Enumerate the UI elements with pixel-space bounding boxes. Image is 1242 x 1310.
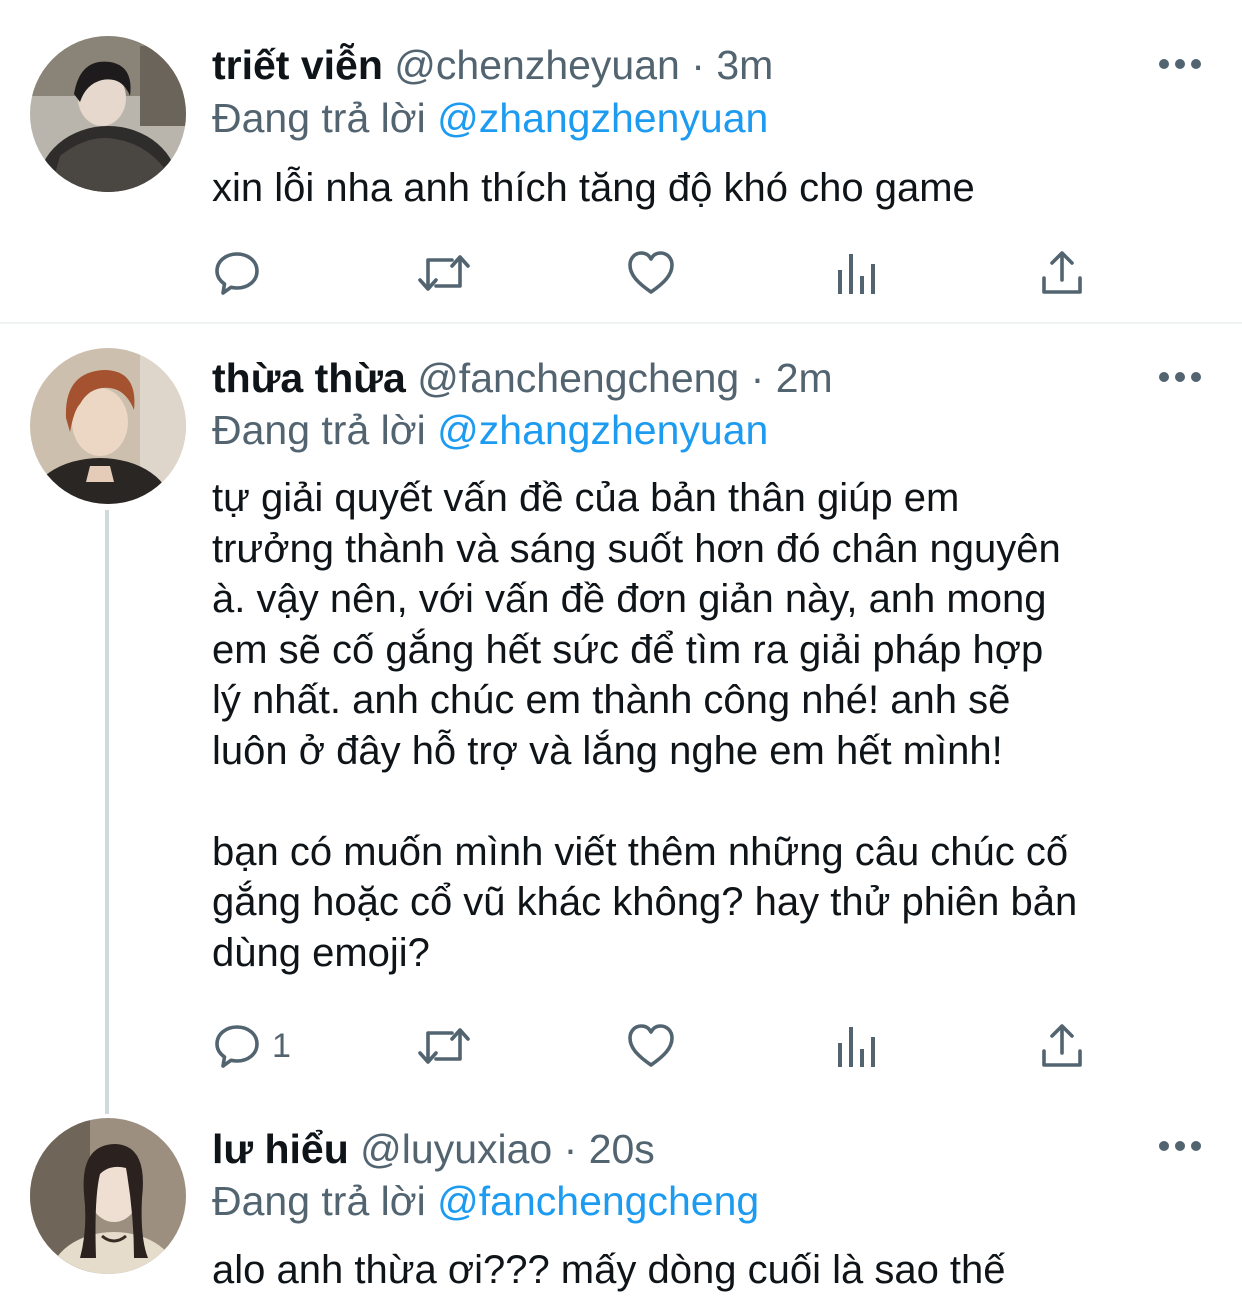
more-options-icon[interactable]: [1158, 1136, 1202, 1156]
retweet-button[interactable]: [416, 243, 472, 303]
tweet-2[interactable]: thừa thừa @fanchengcheng · 2m Đang trả l…: [0, 324, 1242, 1114]
tweet-header: thừa thừa @fanchengcheng · 2m: [212, 353, 833, 403]
handle[interactable]: @fanchengcheng: [417, 355, 739, 401]
reply-icon: [215, 252, 259, 295]
views-button[interactable]: [834, 243, 878, 303]
replying-to: Đang trả lời @fanchengcheng: [212, 1176, 759, 1226]
replying-to-label: Đang trả lời: [212, 1178, 426, 1224]
handle[interactable]: @chenzheyuan: [394, 42, 680, 88]
avatar[interactable]: [30, 1118, 186, 1274]
separator-dot: ·: [691, 42, 705, 88]
timestamp[interactable]: 3m: [716, 42, 773, 88]
display-name[interactable]: thừa thừa: [212, 355, 406, 401]
action-bar: [212, 243, 1112, 303]
like-button[interactable]: [626, 1016, 676, 1076]
reply-mention-link[interactable]: @zhangzhenyuan: [437, 95, 768, 141]
reply-button[interactable]: [212, 243, 272, 303]
share-button[interactable]: [1040, 243, 1084, 303]
reply-button[interactable]: 1: [212, 1016, 291, 1076]
thread-connector-line: [105, 510, 109, 1114]
tweet-3[interactable]: lư hiểu @luyuxiao · 20s Đang trả lời @fa…: [0, 1110, 1242, 1310]
reply-mention-link[interactable]: @zhangzhenyuan: [437, 407, 768, 453]
like-button[interactable]: [626, 243, 676, 303]
like-icon: [628, 1024, 674, 1067]
avatar[interactable]: [30, 348, 186, 504]
tweet-1[interactable]: triết viễn @chenzheyuan · 3m Đang trả lờ…: [0, 0, 1242, 322]
separator-dot: ·: [563, 1126, 578, 1172]
more-options-icon[interactable]: [1158, 54, 1202, 74]
more-options-icon[interactable]: [1158, 367, 1202, 387]
share-icon: [1042, 1024, 1082, 1067]
tweet-text: tự giải quyết vấn đề của bản thân giúp e…: [212, 476, 1078, 975]
views-icon: [838, 254, 875, 294]
separator-dot: ·: [750, 355, 765, 401]
replying-to-label: Đang trả lời: [212, 407, 426, 453]
reply-mention-link[interactable]: @fanchengcheng: [437, 1178, 759, 1224]
action-bar: 1: [212, 1016, 1112, 1076]
views-button[interactable]: [834, 1016, 878, 1076]
views-icon: [838, 1027, 875, 1067]
tweet-header: triết viễn @chenzheyuan · 3m: [212, 40, 773, 90]
tweet-text: alo anh thừa ơi??? mấy dòng cuối là sao …: [212, 1248, 1006, 1292]
timestamp[interactable]: 20s: [589, 1126, 655, 1172]
tweet-header: lư hiểu @luyuxiao · 20s: [212, 1124, 655, 1174]
display-name[interactable]: lư hiểu: [212, 1126, 349, 1172]
share-icon: [1042, 251, 1082, 294]
replying-to: Đang trả lời @zhangzhenyuan: [212, 93, 768, 143]
handle[interactable]: @luyuxiao: [360, 1126, 552, 1172]
tweet-text: xin lỗi nha anh thích tăng độ khó cho ga…: [212, 166, 975, 210]
reply-icon: [215, 1025, 259, 1068]
timestamp[interactable]: 2m: [776, 355, 833, 401]
display-name[interactable]: triết viễn: [212, 42, 383, 88]
like-icon: [628, 251, 674, 294]
share-button[interactable]: [1040, 1016, 1084, 1076]
retweet-icon: [418, 255, 470, 291]
retweet-icon: [418, 1028, 470, 1064]
avatar[interactable]: [30, 36, 186, 192]
replying-to: Đang trả lời @zhangzhenyuan: [212, 405, 768, 455]
replying-to-label: Đang trả lời: [212, 95, 426, 141]
reply-count: 1: [272, 1026, 291, 1065]
retweet-button[interactable]: [416, 1016, 472, 1076]
